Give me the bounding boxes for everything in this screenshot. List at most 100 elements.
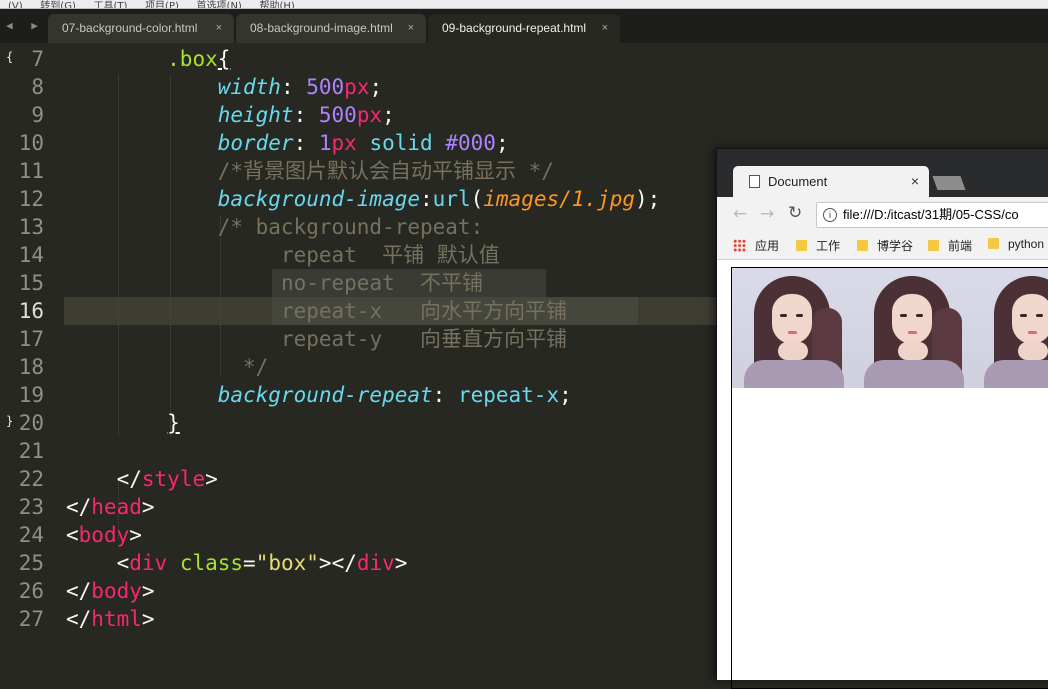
html-tag: html: [91, 607, 142, 631]
close-icon[interactable]: ×: [911, 166, 919, 197]
html-string: "box": [255, 551, 319, 575]
bookmark-apps[interactable]: 应用: [733, 237, 779, 254]
code-line-12[interactable]: background-image:url(images/1.jpg);: [66, 185, 661, 213]
line-number: 15: [18, 271, 44, 295]
menu-item[interactable]: 帮助(H): [259, 1, 294, 8]
line-number: 17: [18, 327, 44, 351]
bookmark-python[interactable]: python: [988, 237, 1044, 251]
css-unit: px: [356, 103, 383, 127]
css-value: solid: [369, 131, 433, 155]
code-line-7[interactable]: .box{: [66, 45, 230, 73]
bookmark-label: 前端: [948, 239, 973, 253]
menu-item[interactable]: 工具(T): [94, 1, 128, 8]
page-viewport: [717, 260, 1048, 689]
code-line-10[interactable]: border: 1px solid #000;: [66, 129, 509, 157]
html-tag: body: [91, 579, 142, 603]
background-image-tile: [732, 268, 852, 388]
line-number: 25: [18, 551, 44, 575]
menu-item[interactable]: 转到(G): [40, 1, 76, 8]
bookmark-boxuegu[interactable]: 博学谷: [857, 237, 913, 254]
browser-window[interactable]: Document × ← → ↻ i file:///D:/itcast/31期/…: [716, 148, 1048, 689]
css-number: 500: [306, 75, 345, 99]
code-line-24[interactable]: <body>: [66, 521, 142, 549]
document-icon: [749, 175, 760, 188]
code-line-16[interactable]: repeat-x 向水平方向平铺: [66, 297, 567, 325]
browser-tab-document[interactable]: Document ×: [733, 166, 929, 197]
tab-07-background-color[interactable]: 07-background-color.html ×: [48, 14, 234, 43]
folder-icon: [988, 238, 999, 249]
css-property: background-image: [217, 187, 421, 211]
line-number: 24: [18, 523, 44, 547]
line-number: 26: [18, 579, 44, 603]
menu-bar: (V) 转到(G) 工具(T) 项目(P) 首选项(N) 帮助(H): [0, 0, 1048, 9]
css-argument: images/1.jpg: [483, 187, 635, 211]
url-text: file:///D:/itcast/31期/05-CSS/co: [843, 207, 1019, 222]
line-number: 9: [31, 103, 44, 127]
code-line-15[interactable]: no-repeat 不平铺: [66, 269, 483, 297]
menu-item[interactable]: 项目(P): [145, 1, 179, 8]
css-color: #000: [445, 131, 496, 155]
line-number: 8: [31, 75, 44, 99]
code-line-13[interactable]: /* background-repeat:: [66, 213, 484, 241]
line-number: 14: [18, 243, 44, 267]
css-property: background-repeat: [217, 383, 433, 407]
code-line-23[interactable]: </head>: [66, 493, 155, 521]
css-comment: repeat-y 向垂直方向平铺: [280, 327, 568, 351]
css-comment: /*背景图片默认会自动平铺显示 */: [217, 159, 554, 183]
css-property: border: [217, 131, 294, 155]
css-unit: px: [331, 131, 357, 155]
code-line-8[interactable]: width: 500px;: [66, 73, 382, 101]
address-bar[interactable]: i file:///D:/itcast/31期/05-CSS/co: [816, 202, 1048, 228]
css-value: repeat-x: [457, 383, 560, 407]
html-tag: style: [141, 467, 206, 491]
info-icon[interactable]: i: [823, 207, 837, 222]
code-line-22[interactable]: </style>: [66, 465, 218, 493]
browser-tab-title: Document: [768, 174, 828, 189]
code-line-19[interactable]: background-repeat: repeat-x;: [66, 381, 572, 409]
code-line-26[interactable]: </body>: [66, 577, 155, 605]
forward-arrow-icon[interactable]: →: [760, 204, 774, 224]
code-line-17[interactable]: repeat-y 向垂直方向平铺: [66, 325, 567, 353]
tab-nav-arrows-icon[interactable]: ◀ ▶: [6, 19, 44, 32]
code-line-14[interactable]: repeat 平铺 默认值: [66, 241, 500, 269]
bookmark-work[interactable]: 工作: [796, 237, 840, 254]
close-icon[interactable]: ×: [216, 14, 222, 43]
line-number: 20: [18, 411, 44, 435]
close-icon[interactable]: ×: [408, 14, 414, 43]
back-arrow-icon[interactable]: ←: [733, 204, 747, 224]
line-number: 11: [18, 159, 44, 183]
tab-09-background-repeat[interactable]: 09-background-repeat.html ×: [428, 14, 620, 43]
brace: }: [167, 411, 180, 435]
browser-toolbar: ← → ↻ i file:///D:/itcast/31期/05-CSS/co: [717, 197, 1048, 231]
tab-08-background-image[interactable]: 08-background-image.html ×: [236, 14, 426, 43]
background-image-tile: [852, 268, 972, 388]
brace: {: [217, 47, 231, 71]
menu-item[interactable]: 首选项(N): [197, 1, 242, 8]
browser-tab-strip: Document ×: [717, 149, 1048, 197]
code-line-20[interactable]: }: [66, 409, 180, 437]
tab-label: 09-background-repeat.html: [442, 21, 587, 35]
css-property: height: [217, 103, 294, 127]
line-number: 10: [18, 131, 44, 155]
menu-item[interactable]: (V): [8, 1, 23, 8]
code-line-25[interactable]: <div class="box"></div>: [66, 549, 408, 577]
code-line-9[interactable]: height: 500px;: [66, 101, 395, 129]
code-line-27[interactable]: </html>: [66, 605, 155, 633]
css-unit: px: [344, 75, 370, 99]
css-selector: .box: [167, 47, 218, 71]
html-tag: div: [129, 551, 168, 575]
bookmark-frontend[interactable]: 前端: [928, 237, 972, 254]
folder-icon: [928, 240, 939, 251]
reload-icon[interactable]: ↻: [788, 203, 802, 223]
line-number: 21: [18, 439, 44, 463]
line-number: 27: [18, 607, 44, 631]
line-number: 18: [18, 355, 44, 379]
close-icon[interactable]: ×: [602, 14, 608, 43]
css-property: width: [217, 75, 281, 99]
background-image-tile: [972, 268, 1048, 388]
html-attribute: class: [179, 551, 244, 575]
code-line-18[interactable]: */: [66, 353, 268, 381]
code-line-11[interactable]: /*背景图片默认会自动平铺显示 */: [66, 157, 554, 185]
new-tab-button[interactable]: [932, 176, 966, 190]
bookmark-label: 应用: [755, 239, 780, 253]
